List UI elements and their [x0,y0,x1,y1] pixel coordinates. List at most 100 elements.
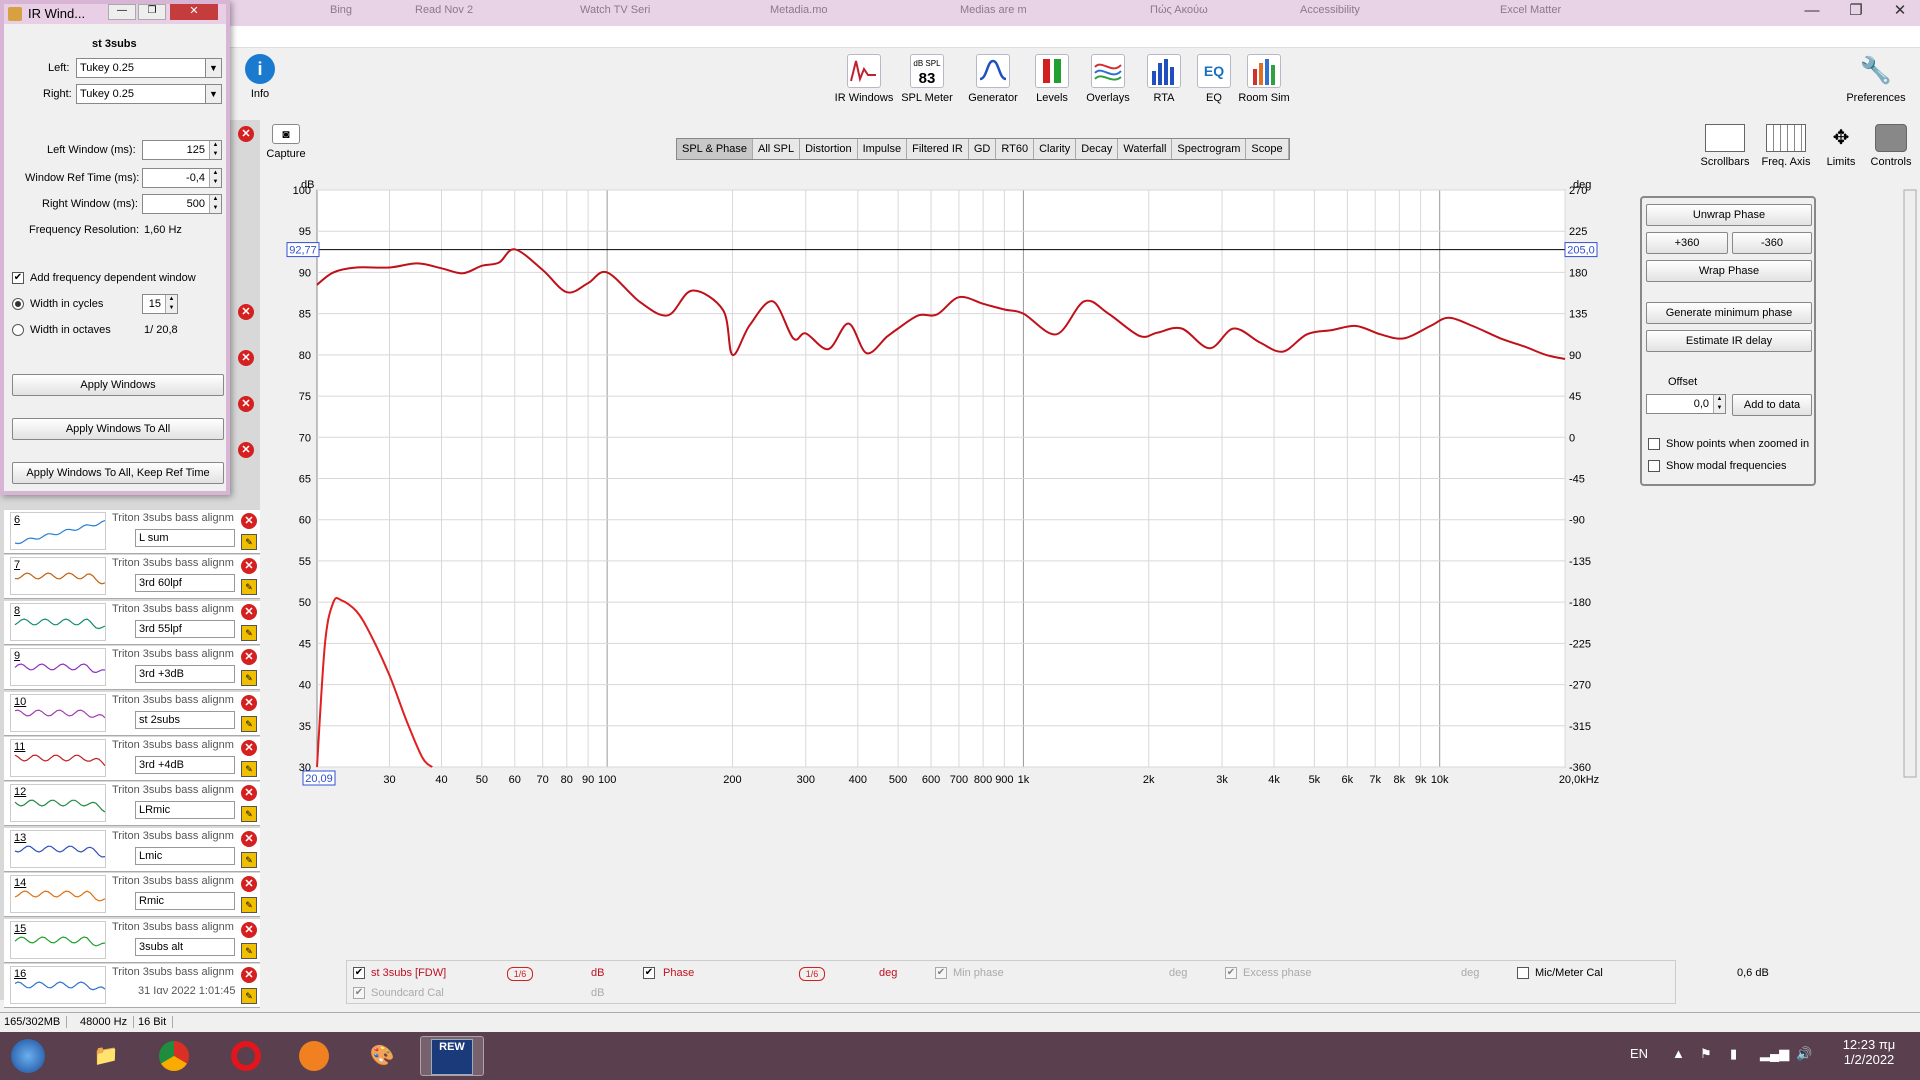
fdw-checkbox[interactable]: ✔ [12,272,24,284]
list-item[interactable]: 12 Triton 3subs bass alignm LRmic ✕ ✎ [4,782,260,827]
rew-taskbar-button[interactable]: REW [420,1036,484,1076]
octaves-radio[interactable] [12,324,24,336]
freq-axis-button[interactable]: Freq. Axis [1756,124,1816,168]
edit-icon[interactable]: ✎ [241,851,257,868]
remove-icon[interactable]: ✕ [238,442,254,458]
tab-all-spl[interactable]: All SPL [753,139,801,159]
list-item[interactable]: 7 Triton 3subs bass alignm 3rd 60lpf ✕ ✎ [4,555,260,600]
maximize-icon[interactable]: ❐ [1834,0,1878,24]
list-item[interactable]: 9 Triton 3subs bass alignm 3rd +3dB ✕ ✎ [4,646,260,691]
close-icon[interactable]: ✕ [170,4,218,20]
tab-scope[interactable]: Scope [1246,139,1289,159]
remove-icon[interactable]: ✕ [241,513,257,529]
right-window-input[interactable]: 500 ▲ ▼ [142,194,222,214]
measurement-label-input[interactable]: Lmic [135,846,235,865]
left-window-input[interactable]: 125 ▲ ▼ [142,140,222,160]
spl-meter-button[interactable]: dB SPL 83 SPL Meter [895,54,959,104]
measurement-label-input[interactable]: 3rd +4dB [135,756,235,774]
tab-filtered-ir[interactable]: Filtered IR [907,139,969,159]
min-phase-checkbox[interactable]: ✔ [935,967,947,979]
measurement-label-input[interactable]: LRmic [135,801,235,820]
browser-tab[interactable]: Medias are m [960,4,1070,24]
remove-icon[interactable]: ✕ [241,785,257,802]
measurement-label-input[interactable]: Rmic [135,892,235,911]
estimate-ir-delay-button[interactable]: Estimate IR delay [1646,330,1812,352]
edit-icon[interactable]: ✎ [241,579,257,596]
remove-icon[interactable]: ✕ [238,126,254,142]
tab-spectrogram[interactable]: Spectrogram [1172,139,1247,159]
measurement-thumbnail[interactable] [10,648,106,687]
ref-time-input[interactable]: -0,4 ▲ ▼ [142,168,222,188]
volume-icon[interactable]: 🔊 [1796,1046,1812,1062]
right-window-type-select[interactable]: Tukey 0.25 ▼ [76,84,222,104]
levels-button[interactable]: Levels [1020,54,1084,104]
phase-checkbox[interactable]: ✔ [643,967,655,979]
remove-icon[interactable]: ✕ [241,967,257,983]
list-item[interactable]: 16 Triton 3subs bass alignm 31 Ιαν 2022 1:… [4,964,260,1008]
remove-icon[interactable]: ✕ [238,304,254,320]
remove-icon[interactable]: ✕ [241,603,257,620]
tab-impulse[interactable]: Impulse [858,139,908,159]
edit-icon[interactable]: ✎ [241,715,257,732]
cycles-input[interactable]: 15 ▲ ▼ [142,294,178,314]
measurement-thumbnail[interactable] [10,602,106,641]
edit-icon[interactable]: ✎ [241,534,257,550]
remove-icon[interactable]: ✕ [241,694,257,711]
tab-rt60[interactable]: RT60 [996,139,1035,159]
mic-cal-checkbox[interactable] [1517,967,1529,979]
apply-windows-keep-ref-button[interactable]: Apply Windows To All, Keep Ref Time [12,462,224,484]
vpn-button[interactable] [286,1036,342,1076]
close-icon[interactable]: ✕ [1878,0,1920,24]
tab-waterfall[interactable]: Waterfall [1118,139,1173,159]
measurement-label-input[interactable]: 3rd +3dB [135,665,235,684]
cycles-radio[interactable] [12,298,24,310]
browser-tab[interactable]: Read Nov 2 [415,4,515,24]
language-indicator[interactable]: EN [1630,1046,1648,1061]
add-to-data-button[interactable]: Add to data [1732,394,1812,416]
show-points-checkbox[interactable] [1648,438,1660,450]
list-item[interactable]: 6 Triton 3subs bass alignm L sum ✕ ✎ [4,510,260,554]
opera-button[interactable] [218,1036,274,1076]
measurement-thumbnail[interactable] [10,512,106,550]
unwrap-phase-button[interactable]: Unwrap Phase [1646,204,1812,226]
spinner-icon[interactable]: ▲ ▼ [209,195,221,213]
browser-tab[interactable]: Πώς Ακούω [1150,4,1250,24]
list-item[interactable]: 8 Triton 3subs bass alignm 3rd 55lpf ✕ ✎ [4,600,260,645]
controls-button[interactable]: Controls [1861,124,1920,168]
remove-icon[interactable]: ✕ [238,396,254,412]
edit-icon[interactable]: ✎ [241,942,257,959]
plus-360-button[interactable]: +360 [1646,232,1728,254]
battery-icon[interactable]: ▮ [1730,1046,1737,1062]
spinner-icon[interactable]: ▲ ▼ [165,295,177,313]
tab-gd[interactable]: GD [969,139,997,159]
tab-decay[interactable]: Decay [1076,139,1119,159]
list-item[interactable]: 11 Triton 3subs bass alignm 3rd +4dB ✕ ✎ [4,737,260,781]
edit-icon[interactable]: ✎ [241,670,257,687]
measurement-label-input[interactable]: 3rd 55lpf [135,619,235,638]
network-icon[interactable]: ▂▄▆ [1760,1046,1789,1062]
paint-button[interactable]: 🎨 [354,1036,410,1076]
soundcard-cal-checkbox[interactable]: ✔ [353,987,365,999]
spinner-icon[interactable]: ▲ ▼ [209,169,221,187]
browser-tab[interactable]: Watch TV Seri [580,4,700,24]
clock[interactable]: 12:23 πμ 1/2/2022 [1834,1037,1904,1067]
browser-tab[interactable]: Excel Matter [1500,4,1600,24]
tab-distortion[interactable]: Distortion [800,139,858,159]
minimize-icon[interactable]: — [1790,0,1834,24]
show-modal-checkbox[interactable] [1648,460,1660,472]
measurement-label-input[interactable]: st 2subs [135,710,235,729]
edit-icon[interactable]: ✎ [241,806,257,823]
edit-icon[interactable]: ✎ [241,624,257,641]
action-center-icon[interactable]: ⚑ [1700,1046,1712,1062]
tab-spl-phase[interactable]: SPL & Phase [677,139,754,159]
tray-arrow-icon[interactable]: ▲ [1672,1046,1685,1061]
list-item[interactable]: 13 Triton 3subs bass alignm Lmic ✕ ✎ [4,827,260,872]
measurement-label-input[interactable]: 3subs alt [135,937,235,956]
spinner-icon[interactable]: ▲ ▼ [209,141,221,159]
info-button[interactable]: i Info [228,54,292,100]
offset-input[interactable]: 0,0 ▲ ▼ [1646,394,1726,414]
browser-tab[interactable]: Accessibility [1300,4,1400,24]
tab-clarity[interactable]: Clarity [1034,139,1077,159]
edit-icon[interactable]: ✎ [241,761,257,777]
minimize-icon[interactable]: — [108,4,136,20]
